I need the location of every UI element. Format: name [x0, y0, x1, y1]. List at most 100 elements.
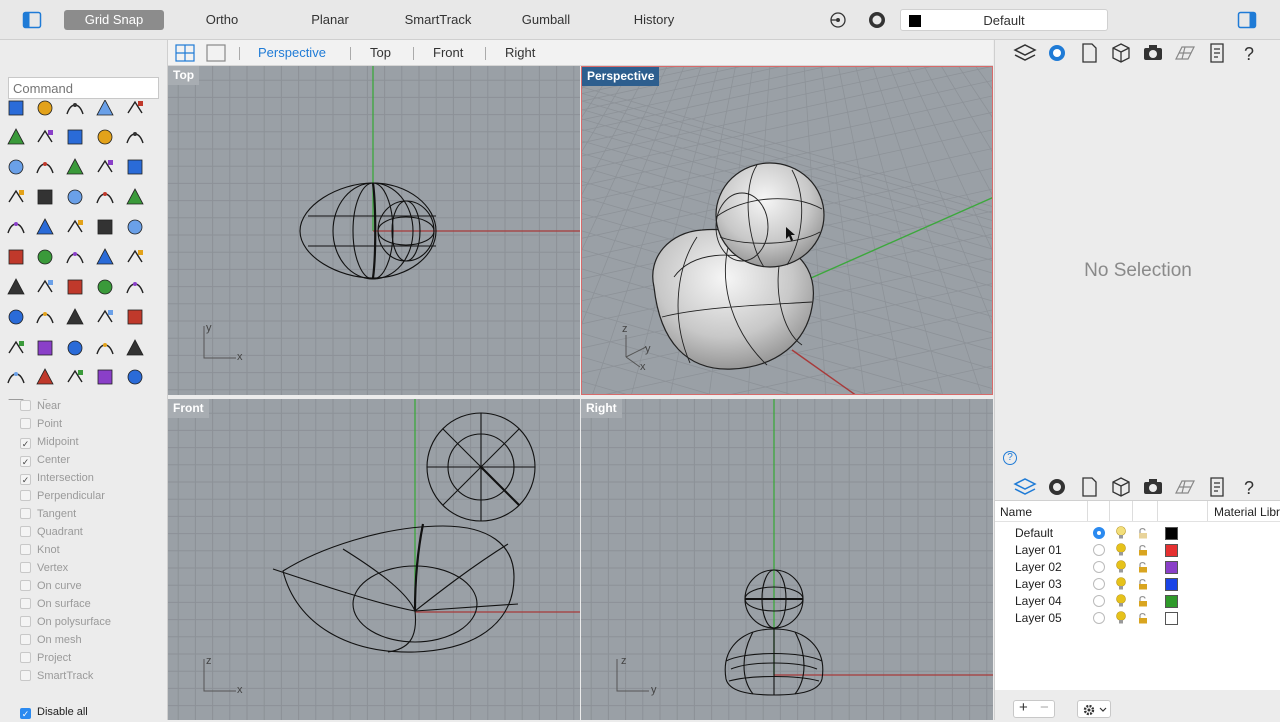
- current-layer-radio[interactable]: [1093, 527, 1105, 539]
- snap-checkbox[interactable]: [20, 598, 31, 609]
- layer-lock-icon[interactable]: [1137, 595, 1149, 607]
- snap-project[interactable]: Project: [20, 652, 71, 668]
- tool-icon[interactable]: [8, 340, 24, 354]
- layer-row[interactable]: Layer 01: [995, 542, 1280, 559]
- tool-icon[interactable]: [37, 100, 53, 116]
- tool-icon[interactable]: [97, 219, 113, 235]
- snap-on-curve[interactable]: On curve: [20, 580, 82, 596]
- tool-icon[interactable]: [7, 128, 25, 145]
- snap-checkbox[interactable]: [20, 616, 31, 627]
- camera-icon[interactable]: [1141, 475, 1165, 499]
- layer-name[interactable]: Layer 02: [1015, 560, 1062, 574]
- layer-options-button[interactable]: [1077, 700, 1111, 718]
- layer-row[interactable]: Layer 03: [995, 576, 1280, 593]
- tool-icon[interactable]: [36, 162, 54, 174]
- tool-icon[interactable]: [127, 219, 143, 235]
- grid-texture-icon[interactable]: [1173, 475, 1197, 499]
- viewport-right[interactable]: Right z y: [581, 399, 993, 720]
- right-sidebar-toggle-icon[interactable]: [1237, 10, 1257, 30]
- help-icon[interactable]: ?: [1237, 475, 1261, 499]
- snap-center[interactable]: ✓ Center: [20, 454, 70, 470]
- snap-knot[interactable]: Knot: [20, 544, 60, 560]
- ortho-button[interactable]: Ortho: [192, 10, 252, 30]
- left-sidebar-toggle-icon[interactable]: [22, 10, 42, 30]
- viewport-front[interactable]: Front z x: [168, 399, 580, 720]
- layer-visible-bulb-icon[interactable]: [1115, 526, 1127, 540]
- tool-icon[interactable]: [97, 159, 113, 173]
- tool-icon[interactable]: [126, 282, 144, 294]
- smarttrack-button[interactable]: SmartTrack: [396, 10, 480, 30]
- tool-icon[interactable]: [66, 252, 84, 264]
- layers-icon[interactable]: [1013, 41, 1037, 65]
- tool-icon[interactable]: [97, 279, 113, 295]
- camera-icon[interactable]: [1141, 41, 1165, 65]
- layer-visible-bulb-icon[interactable]: [1115, 543, 1127, 557]
- tool-icon[interactable]: [67, 189, 83, 205]
- snap-checkbox[interactable]: [20, 508, 31, 519]
- snap-tangent[interactable]: Tangent: [20, 508, 76, 524]
- layer-lock-icon[interactable]: [1137, 544, 1149, 556]
- tool-icon[interactable]: [127, 100, 143, 114]
- layer-lock-icon[interactable]: [1137, 578, 1149, 590]
- tool-icon[interactable]: [66, 158, 84, 175]
- layer-row[interactable]: Layer 05: [995, 610, 1280, 627]
- snap-checkbox[interactable]: [20, 562, 31, 573]
- document-icon[interactable]: [1077, 475, 1101, 499]
- snap-checkbox[interactable]: [20, 652, 31, 663]
- snap-perpendicular[interactable]: Perpendicular: [20, 490, 105, 506]
- tool-icon[interactable]: [7, 278, 25, 295]
- layer-visible-bulb-icon[interactable]: [1115, 611, 1127, 625]
- snap-checkbox[interactable]: [20, 418, 31, 429]
- snap-checkbox[interactable]: ✓: [20, 708, 31, 719]
- snap-checkbox[interactable]: ✓: [20, 456, 31, 467]
- snap-checkbox[interactable]: [20, 634, 31, 645]
- layer-name[interactable]: Layer 01: [1015, 543, 1062, 557]
- tool-icon[interactable]: [7, 372, 25, 384]
- gumball-button[interactable]: Gumball: [512, 10, 580, 30]
- viewport-label-right[interactable]: Right: [581, 399, 622, 418]
- layers-header-material[interactable]: Material Libr: [1214, 505, 1280, 519]
- tool-icon[interactable]: [37, 129, 53, 143]
- snap-on-polysurface[interactable]: On polysurface: [20, 616, 111, 632]
- cube-icon[interactable]: [1109, 475, 1133, 499]
- snap-point[interactable]: Point: [20, 418, 62, 434]
- layer-row[interactable]: Default: [995, 525, 1280, 542]
- tab-right[interactable]: Right: [505, 45, 535, 60]
- layer-visible-bulb-icon[interactable]: [1115, 594, 1127, 608]
- properties-icon[interactable]: [1045, 41, 1069, 65]
- tool-icon[interactable]: [127, 249, 143, 263]
- tool-icon[interactable]: [36, 312, 54, 324]
- tool-icon[interactable]: [7, 222, 25, 234]
- snap-vertex[interactable]: Vertex: [20, 562, 68, 578]
- tool-icon[interactable]: [37, 189, 53, 205]
- record-history-icon[interactable]: [828, 10, 848, 30]
- current-layer-radio[interactable]: [1093, 544, 1105, 556]
- tool-icon[interactable]: [36, 218, 54, 235]
- display-mode-icon[interactable]: [867, 10, 887, 30]
- layer-color-swatch[interactable]: [1165, 561, 1178, 574]
- viewport-label-front[interactable]: Front: [168, 399, 209, 418]
- tool-icon[interactable]: [36, 368, 54, 385]
- tool-icon[interactable]: [8, 189, 24, 203]
- layer-lock-icon[interactable]: [1137, 527, 1149, 539]
- help-icon[interactable]: ?: [1003, 451, 1017, 465]
- tool-icon[interactable]: [67, 369, 83, 383]
- tool-icon[interactable]: [67, 340, 83, 356]
- planar-button[interactable]: Planar: [300, 10, 360, 30]
- tool-icon[interactable]: [127, 309, 143, 325]
- single-viewport-icon[interactable]: [206, 44, 226, 62]
- layer-row[interactable]: Layer 02: [995, 559, 1280, 576]
- tool-icon[interactable]: [8, 249, 24, 265]
- snap-on-mesh[interactable]: On mesh: [20, 634, 82, 650]
- cube-icon[interactable]: [1109, 41, 1133, 65]
- snap-checkbox[interactable]: [20, 490, 31, 501]
- snap-checkbox[interactable]: [20, 544, 31, 555]
- document-icon[interactable]: [1077, 41, 1101, 65]
- current-layer-radio[interactable]: [1093, 578, 1105, 590]
- properties-icon[interactable]: [1045, 475, 1069, 499]
- grid-texture-icon[interactable]: [1173, 41, 1197, 65]
- snap-checkbox[interactable]: [20, 580, 31, 591]
- tab-top[interactable]: Top: [370, 45, 391, 60]
- command-input[interactable]: [8, 77, 159, 99]
- snap-checkbox[interactable]: [20, 400, 31, 411]
